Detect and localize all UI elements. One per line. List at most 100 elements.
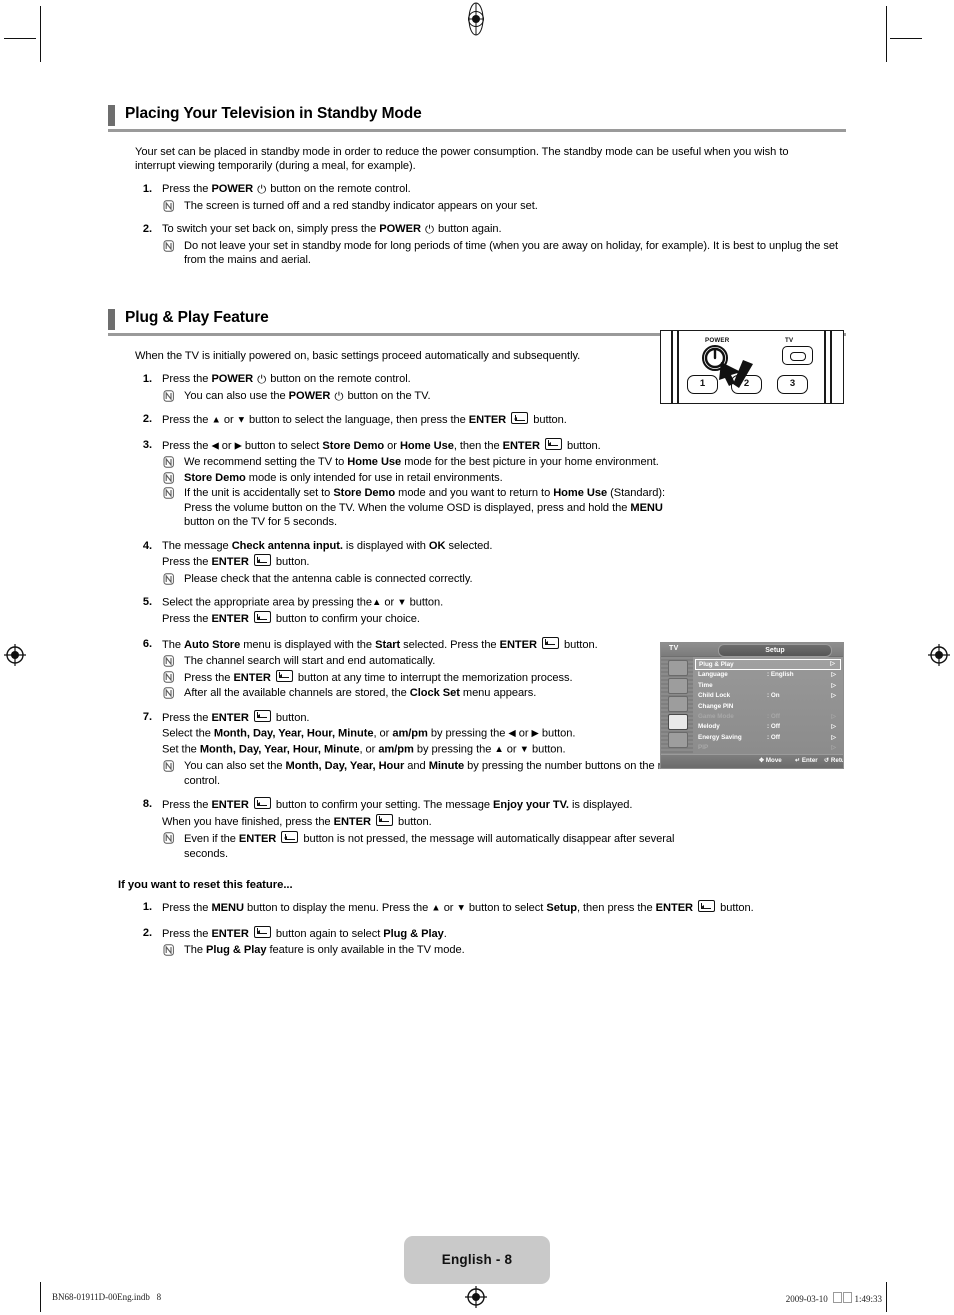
osd-icon-picture[interactable] xyxy=(668,660,688,676)
emphasis-text: ENTER xyxy=(502,439,540,452)
step-number: 2. xyxy=(142,926,152,939)
osd-item-label: Change PIN xyxy=(698,702,734,710)
step-line: To switch your set back on, simply press… xyxy=(162,223,502,237)
emphasis-text: Plug & Play xyxy=(383,927,444,940)
crop-mark-top-left xyxy=(40,6,41,62)
emphasis-text: Plug & Play xyxy=(206,944,267,957)
emphasis-text: ENTER xyxy=(211,711,249,724)
remote-edge-right2 xyxy=(830,331,832,403)
emphasis-text: Store Demo xyxy=(333,487,396,500)
osd-menu-item[interactable]: Plug & Play ▷ xyxy=(695,659,841,671)
osd-item-value: : Off xyxy=(767,723,780,731)
osd-icon-sound[interactable] xyxy=(668,678,688,694)
step-line: Select the Month, Day, Year, Hour, Minut… xyxy=(162,727,576,740)
emphasis-text: ENTER xyxy=(655,902,694,915)
note-pencil-icon xyxy=(163,572,175,585)
reset-subheading: If you want to reset this feature... xyxy=(118,879,293,892)
enter-key-icon xyxy=(253,554,271,567)
emphasis-text: ENTER xyxy=(333,815,371,828)
direction-arrow-icon: ▼ xyxy=(236,414,247,426)
chevron-right-icon: ▷ xyxy=(831,693,836,700)
instruction-step: 4. The message Check antenna input. is di… xyxy=(135,539,846,587)
note-text: Do not leave your set in standby mode fo… xyxy=(184,239,839,267)
emphasis-text: ENTER xyxy=(499,638,537,651)
osd-item-value: : English xyxy=(767,671,794,679)
direction-arrow-icon: ◀ xyxy=(211,440,219,452)
osd-hint-move: ✥ Move xyxy=(759,757,782,764)
step-line: When you have finished, press the ENTER … xyxy=(162,813,432,828)
note-pencil-icon xyxy=(163,487,175,499)
osd-source-label: TV xyxy=(669,645,679,652)
emphasis-text: Enjoy your TV. xyxy=(493,799,569,812)
remote-number-button-1[interactable]: 1 xyxy=(687,375,718,394)
osd-menu-item[interactable]: Change PIN xyxy=(695,702,841,712)
osd-item-label: Plug & Play xyxy=(699,661,734,668)
step-line: Press the POWER ⏻ button on the remote c… xyxy=(162,373,411,387)
osd-menu-item[interactable]: PIP ▷ xyxy=(695,743,841,753)
step-line: Press the POWER ⏻ button on the remote c… xyxy=(162,183,411,197)
heading-accent-bar xyxy=(108,105,115,126)
osd-menu-item[interactable]: Energy Saving: Off ▷ xyxy=(695,733,841,743)
note-text: Please check that the antenna cable is c… xyxy=(184,572,473,585)
enter-key-icon xyxy=(511,412,529,425)
enter-key-icon xyxy=(376,813,393,826)
note-pencil-icon xyxy=(163,760,175,773)
emphasis-text: Home Use xyxy=(347,456,402,469)
osd-menu-item[interactable]: Child Lock: On ▷ xyxy=(695,691,841,701)
step-number: 6. xyxy=(142,637,152,650)
enter-key-icon xyxy=(253,925,271,938)
note-pencil-icon xyxy=(163,390,175,402)
remote-edge-left2 xyxy=(677,331,679,403)
osd-icon-setup[interactable] xyxy=(668,714,688,730)
direction-arrow-icon: ▲ xyxy=(494,744,504,756)
note-pencil-icon xyxy=(163,687,175,699)
registration-mark-top xyxy=(463,2,489,36)
note-pencil-icon xyxy=(163,671,175,683)
osd-item-label: Child Lock xyxy=(698,692,731,700)
heading-rule xyxy=(108,129,846,132)
osd-menu-item[interactable]: Game Mode: Off ▷ xyxy=(695,712,841,722)
remote-tv-button[interactable] xyxy=(782,346,813,365)
step-number: 7. xyxy=(142,710,152,723)
remote-number-button-3[interactable]: 3 xyxy=(777,375,808,394)
section-intro-paragraph: Your set can be placed in standby mode i… xyxy=(135,146,789,172)
osd-menu-item[interactable]: Time ▷ xyxy=(695,681,841,691)
remote-tv-label: TV xyxy=(785,337,794,344)
step-line: Press the ENTER button. xyxy=(162,554,310,569)
enter-key-icon xyxy=(253,709,271,722)
section-title: Placing Your Television in Standby Mode xyxy=(125,105,422,122)
enter-key-icon xyxy=(275,669,293,682)
remote-power-label: POWER xyxy=(705,337,730,344)
chevron-right-icon: ▷ xyxy=(831,682,836,689)
instruction-step: 2. Press the ▲ or ▼ button to select the … xyxy=(135,412,692,429)
step-note: We recommend setting the TV to Home Use … xyxy=(162,455,692,469)
enter-key-icon xyxy=(542,636,559,649)
footer-file-name: BN68-01911D-00Eng.indb 8 xyxy=(52,1292,162,1302)
osd-item-label: Game Mode xyxy=(698,712,734,720)
direction-arrow-icon: ▼ xyxy=(456,902,466,914)
registration-mark-left xyxy=(4,644,26,666)
note-text: The screen is turned off and a red stand… xyxy=(184,199,538,212)
enter-key-icon xyxy=(253,611,271,624)
direction-arrow-icon: ▼ xyxy=(397,597,407,609)
osd-title-bar: TV Setup xyxy=(661,643,843,657)
enter-key-icon xyxy=(253,797,271,810)
chevron-right-icon: ▷ xyxy=(830,661,835,667)
registration-mark-right xyxy=(928,644,950,666)
emphasis-text: Month, Day, Year, Hour, Minute xyxy=(199,743,360,756)
note-text: If the unit is accidentally set to Store… xyxy=(184,487,666,529)
osd-icon-input[interactable] xyxy=(668,732,688,748)
osd-menu-item[interactable]: Melody: Off ▷ xyxy=(695,722,841,732)
crop-mark-top-right xyxy=(886,6,887,62)
osd-icon-channel[interactable] xyxy=(668,696,688,712)
emphasis-text: am/pm xyxy=(392,727,428,740)
manual-page: Placing Your Television in Standby Mode Y… xyxy=(0,0,954,1315)
remote-number-button-2[interactable]: 2 xyxy=(731,375,762,394)
step-line: Press the ENTER button to confirm your s… xyxy=(162,797,633,812)
note-pencil-icon xyxy=(163,655,175,668)
emphasis-text: ENTER xyxy=(211,799,249,812)
note-pencil-icon xyxy=(163,456,175,469)
step-number: 1. xyxy=(142,901,152,914)
osd-hint-bar: ✥ Move ↵ Enter ↺ Return xyxy=(661,754,843,768)
osd-menu-item[interactable]: Language: English ▷ xyxy=(695,670,841,680)
